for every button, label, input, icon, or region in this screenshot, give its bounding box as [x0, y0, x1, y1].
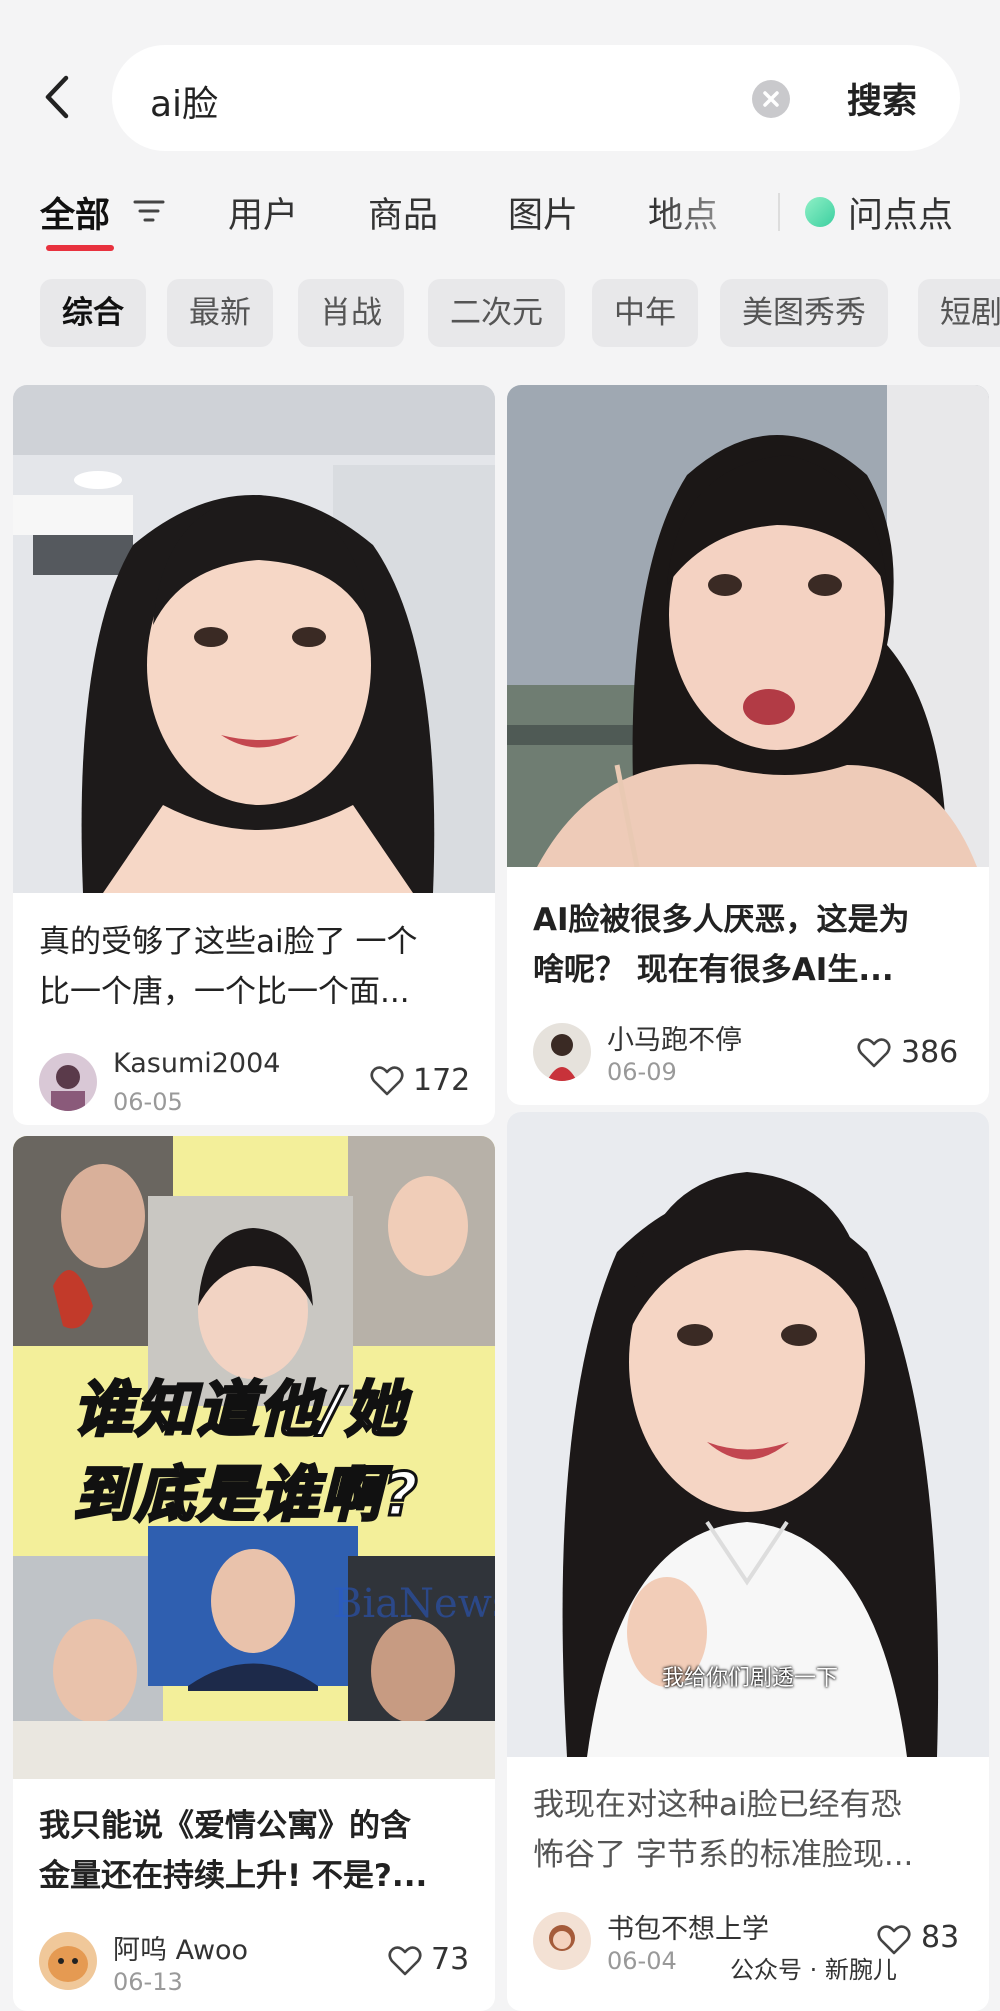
tab-places[interactable]: 地点 [648, 187, 718, 238]
heart-icon[interactable] [857, 1037, 891, 1069]
search-input[interactable]: ai脸 搜索 [112, 45, 960, 151]
heart-icon[interactable] [370, 1065, 404, 1097]
card-title-line1: 我现在对这种ai脸已经有恐 [533, 1787, 902, 1823]
card-title-line1: 我只能说《爱情公寓》的含 [39, 1808, 411, 1844]
chip-latest[interactable]: 最新 [167, 279, 273, 347]
author-name[interactable]: 小马跑不停 [607, 1018, 742, 1057]
tab-divider [778, 193, 780, 231]
card-title-line2: 啥呢？ 现在有很多AI生... [533, 952, 894, 988]
card-image: 我给你们剧透一下 [507, 1112, 989, 1757]
search-query-text: ai脸 [150, 84, 219, 125]
back-button[interactable] [38, 72, 78, 122]
chip-meitu[interactable]: 美图秀秀 [720, 279, 888, 347]
card-title-line2: 金量还在持续上升! 不是?... [39, 1858, 428, 1894]
tab-all[interactable]: 全部 [40, 187, 110, 238]
post-date: 06-04 [607, 1947, 677, 1975]
back-arrow-icon [45, 75, 69, 119]
result-card-4[interactable]: 我给你们剧透一下 我现在对这种ai脸已经有恐 怖谷了 字节系的标准脸现... 书… [507, 1112, 989, 2011]
filter-chips: 综合 最新 肖战 二次元 中年 美图秀秀 短剧 [0, 275, 1000, 351]
image-text-line1: 谁知道他/她 [72, 1374, 407, 1447]
chip-xiaozhan[interactable]: 肖战 [298, 279, 404, 347]
card-title-line1: 真的受够了这些ai脸了 一个 [39, 924, 418, 960]
like-count: 386 [901, 1035, 959, 1070]
search-header: ai脸 搜索 [0, 0, 1000, 175]
clear-search-icon[interactable] [752, 80, 790, 118]
result-card-2[interactable]: AI脸被很多人厌恶，这是为 啥呢？ 现在有很多AI生... 小马跑不停 06-0… [507, 385, 989, 1105]
avatar[interactable] [533, 1023, 591, 1081]
active-tab-indicator [46, 245, 114, 251]
watermark: BiaNews [333, 1581, 495, 1627]
chip-anime[interactable]: 二次元 [428, 279, 565, 347]
image-text-line2: 到底是谁啊? [72, 1459, 420, 1532]
post-date: 06-13 [113, 1968, 183, 1996]
avatar[interactable] [39, 1053, 97, 1111]
post-date: 06-09 [607, 1058, 677, 1086]
like-count: 83 [921, 1920, 960, 1955]
like-count: 172 [413, 1063, 471, 1098]
result-card-3[interactable]: 谁知道他/她 到底是谁啊? BiaNews 我只能说《爱情公寓》的含 金量还在持… [13, 1136, 495, 2011]
search-button[interactable]: 搜索 [847, 73, 917, 124]
like-count: 73 [431, 1942, 470, 1977]
result-type-tabs: 全部 用户 商品 图片 地点 问点点 [0, 175, 1000, 265]
avatar[interactable] [533, 1912, 591, 1970]
author-name[interactable]: Kasumi2004 [113, 1048, 280, 1079]
avatar[interactable] [39, 1932, 97, 1990]
tab-users[interactable]: 用户 [228, 187, 298, 238]
image-caption: 我给你们剧透一下 [662, 1666, 839, 1691]
tab-images[interactable]: 图片 [508, 187, 578, 238]
card-image: 谁知道他/她 到底是谁啊? BiaNews [13, 1136, 495, 1779]
ask-dot-icon [805, 197, 835, 227]
card-title-line1: AI脸被很多人厌恶，这是为 [533, 902, 910, 938]
card-title-line2: 比一个唐，一个比一个面... [39, 974, 410, 1010]
post-date: 06-05 [113, 1088, 183, 1116]
result-card-1[interactable]: 真的受够了这些ai脸了 一个 比一个唐，一个比一个面... Kasumi2004… [13, 385, 495, 1125]
chip-comprehensive[interactable]: 综合 [40, 279, 146, 347]
chip-short-drama[interactable]: 短剧 [918, 279, 1000, 347]
filter-icon[interactable] [133, 197, 165, 225]
heart-icon[interactable] [388, 1945, 422, 1977]
card-image [507, 385, 989, 867]
author-name[interactable]: 书包不想上学 [607, 1907, 769, 1946]
tab-ask[interactable]: 问点点 [848, 187, 953, 238]
chip-middle-age[interactable]: 中年 [592, 279, 698, 347]
card-title-line2: 怖谷了 字节系的标准脸现... [533, 1837, 914, 1873]
author-name[interactable]: 阿呜 Awoo [113, 1928, 248, 1967]
tab-products[interactable]: 商品 [368, 187, 438, 238]
source-watermark: 公众号 · 新腕儿 [730, 1956, 897, 1984]
card-image [13, 385, 495, 893]
